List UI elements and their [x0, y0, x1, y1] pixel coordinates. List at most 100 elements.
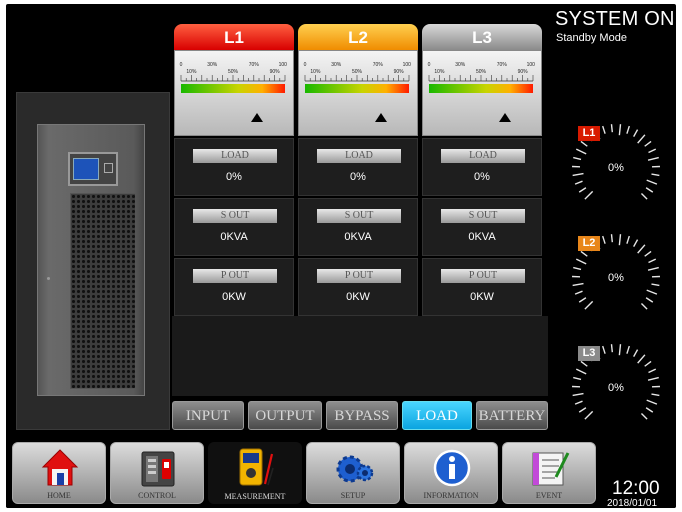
gauge-tick: [578, 187, 587, 193]
subtab-load[interactable]: LOAD: [402, 401, 472, 430]
gauge-tick: [618, 344, 622, 356]
load-box-l2: LOAD 0%: [298, 138, 418, 196]
gauge-tick: [626, 125, 630, 134]
meter-tick-label: 100%: [403, 62, 411, 68]
gauge-tick: [645, 187, 654, 193]
meter-tick-label: 100%: [527, 62, 535, 68]
system-status-title: SYSTEM ON: [555, 8, 675, 30]
sout-box-l3: S OUT 0KVA: [422, 198, 542, 256]
gauge-tick: [578, 407, 587, 413]
pout-value: 0KW: [222, 291, 246, 303]
gauge-tick: [644, 140, 652, 147]
gauge-tick: [651, 173, 660, 177]
gauge-tick: [633, 129, 639, 137]
subtab-bypass[interactable]: BYPASS: [326, 401, 398, 430]
ups-cabinet-image: [37, 124, 145, 396]
gauge-tick: [578, 297, 587, 303]
gauge-tick: [645, 407, 654, 413]
meter-tick-label: 90%: [518, 69, 529, 75]
meter-tick-label: 0: [180, 62, 183, 68]
multimeter-icon: [239, 448, 274, 486]
gauge-tick: [580, 140, 588, 147]
load-meter-l1: 010% 30% 50% 70% 90%100%: [174, 50, 294, 136]
pout-label: P OUT: [317, 269, 401, 283]
gauge-tick: [640, 302, 648, 310]
control-icon: [141, 451, 175, 487]
gauge-tick: [644, 250, 652, 257]
gauge-value-l2: 0%: [608, 272, 624, 284]
gauge-tick: [640, 192, 648, 200]
nav-information-button[interactable]: INFORMATION: [404, 442, 498, 504]
gauge-tick: [572, 392, 584, 397]
nav-measurement-button[interactable]: MEASUREMENT: [208, 442, 302, 504]
load-meter-l3: 010% 30% 50% 70% 90%100%: [422, 50, 542, 136]
gauge-l2: L2 0%: [568, 230, 664, 326]
load-box-l3: LOAD 0%: [422, 138, 542, 196]
nav-home-button[interactable]: HOME: [12, 442, 106, 504]
nav-event-label: EVENT: [535, 491, 563, 500]
gauge-tick: [574, 180, 583, 185]
pout-box-l1: P OUT 0KW: [174, 258, 294, 316]
nav-control-label: CONTROL: [138, 491, 176, 500]
pout-box-l3: P OUT 0KW: [422, 258, 542, 316]
gauge-tick: [626, 345, 630, 354]
sout-value: 0KVA: [220, 231, 248, 243]
gauge-tick: [602, 125, 606, 134]
meter-tick-label: 30%: [455, 62, 466, 68]
gauge-value-l3: 0%: [608, 382, 624, 394]
gauge-tick: [618, 124, 622, 136]
meter-scale: 010% 30% 50% 70% 90%100%: [180, 62, 287, 93]
gauge-tag-l2: L2: [578, 236, 600, 251]
subtab-battery[interactable]: BATTERY: [476, 401, 548, 430]
pout-box-l2: P OUT 0KW: [298, 258, 418, 316]
gauge-tick: [602, 235, 606, 244]
gauge-tick: [645, 297, 654, 303]
meter-indicator-icon: [499, 113, 511, 122]
gauge-tick: [626, 235, 630, 244]
load-label: LOAD: [193, 149, 277, 163]
gauge-tick: [574, 290, 583, 295]
gauge-tick: [580, 360, 588, 367]
gauge-tick: [580, 250, 588, 257]
gauge-tick: [647, 156, 659, 161]
sout-label: S OUT: [317, 209, 401, 223]
load-meter-l2: 010% 30% 50% 70% 90%100%: [298, 50, 418, 136]
load-value: 0%: [474, 171, 490, 183]
pout-label: P OUT: [193, 269, 277, 283]
meter-tick-label: 50%: [476, 69, 487, 75]
load-label: LOAD: [317, 149, 401, 163]
sout-box-l2: S OUT 0KVA: [298, 198, 418, 256]
system-mode-label: Standby Mode: [556, 32, 627, 44]
gears-icon: [336, 455, 374, 483]
meter-tick-label: 70%: [373, 62, 384, 68]
nav-information-label: INFORMATION: [423, 491, 479, 500]
subtab-input[interactable]: INPUT: [172, 401, 244, 430]
load-value: 0%: [226, 171, 242, 183]
meter-tick-label: 50%: [352, 69, 363, 75]
nav-control-button[interactable]: CONTROL: [110, 442, 204, 504]
gauge-tick: [651, 393, 660, 397]
pout-label: P OUT: [441, 269, 525, 283]
gauge-tick: [648, 368, 657, 374]
gauge-tick: [646, 289, 658, 295]
gauge-tick: [575, 368, 587, 375]
subtab-output[interactable]: OUTPUT: [248, 401, 322, 430]
home-icon: [41, 449, 79, 486]
phase-tab-l2[interactable]: L2: [298, 24, 418, 50]
nav-event-button[interactable]: EVENT: [502, 442, 596, 504]
gauge-tick: [610, 344, 614, 353]
meter-tick-label: 0: [304, 62, 307, 68]
gauge-tick: [618, 234, 622, 246]
phase-tab-l1[interactable]: L1: [174, 24, 294, 50]
gauge-tick: [637, 134, 646, 144]
nav-setup-button[interactable]: SETUP: [306, 442, 400, 504]
nav-measurement-label: MEASUREMENT: [224, 492, 286, 501]
phase-tab-l3[interactable]: L3: [422, 24, 542, 50]
meter-indicator-icon: [375, 113, 387, 122]
sout-box-l1: S OUT 0KVA: [174, 198, 294, 256]
gauge-tick: [647, 266, 659, 271]
sout-value: 0KVA: [344, 231, 372, 243]
meter-color-band: [181, 84, 285, 93]
gauge-value-l1: 0%: [608, 162, 624, 174]
meter-tick-label: 30%: [207, 62, 218, 68]
